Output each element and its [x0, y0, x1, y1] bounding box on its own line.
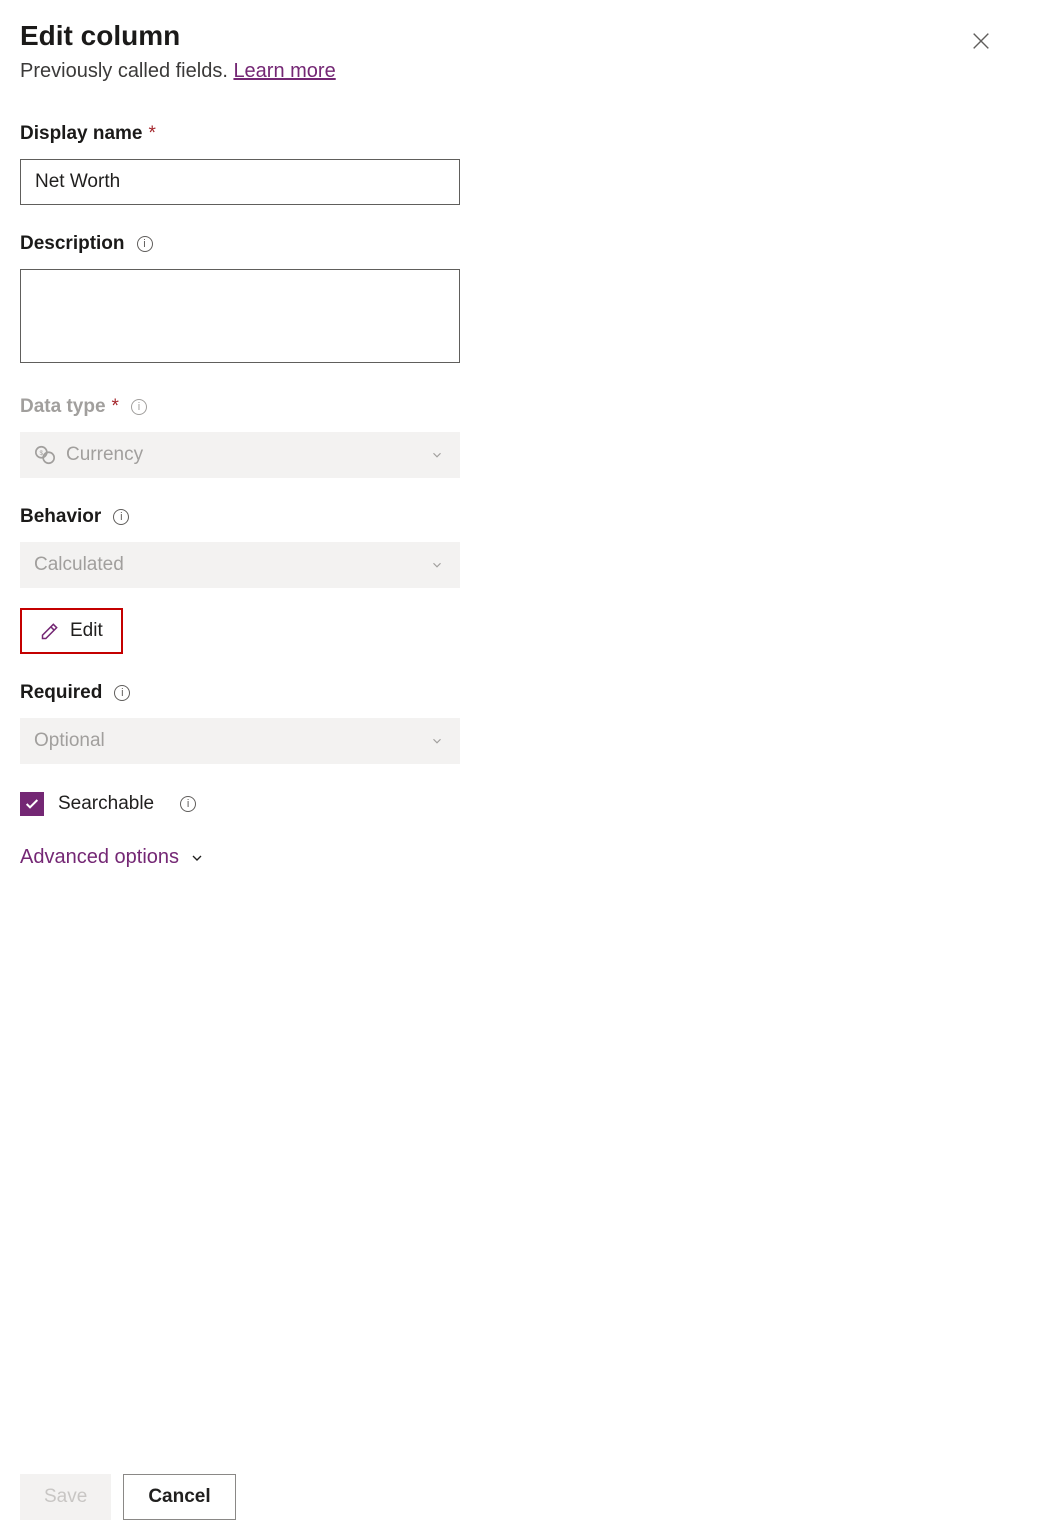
- cancel-button[interactable]: Cancel: [123, 1474, 235, 1520]
- data-type-value: Currency: [66, 444, 143, 466]
- pencil-icon: [40, 621, 60, 641]
- behavior-label: Behavior i: [20, 506, 129, 528]
- required-select: Optional: [20, 718, 460, 764]
- panel-title: Edit column: [20, 20, 336, 52]
- data-type-select: $ Currency: [20, 432, 460, 478]
- chevron-down-icon: [430, 558, 444, 572]
- currency-icon: $: [34, 444, 56, 466]
- check-icon: [24, 796, 40, 812]
- data-type-field: Data type * i $ Currency: [20, 396, 460, 478]
- required-value: Optional: [34, 730, 105, 752]
- description-label: Description i: [20, 233, 153, 255]
- info-icon[interactable]: i: [137, 236, 153, 252]
- info-icon[interactable]: i: [131, 399, 147, 415]
- edit-button-group: Edit: [20, 608, 460, 654]
- display-name-label: Display name *: [20, 123, 156, 145]
- subtitle-prefix: Previously called fields.: [20, 60, 233, 82]
- description-input[interactable]: [20, 269, 460, 363]
- searchable-label: Searchable: [58, 793, 154, 815]
- info-icon[interactable]: i: [180, 796, 196, 812]
- searchable-checkbox[interactable]: [20, 792, 44, 816]
- behavior-select: Calculated: [20, 542, 460, 588]
- header-text: Edit column Previously called fields. Le…: [20, 20, 336, 83]
- description-field: Description i: [20, 233, 460, 368]
- advanced-options-toggle[interactable]: Advanced options: [20, 846, 460, 869]
- required-asterisk: *: [112, 396, 119, 418]
- chevron-down-icon: [430, 448, 444, 462]
- required-label: Required i: [20, 682, 130, 704]
- behavior-value: Calculated: [34, 554, 124, 576]
- edit-button[interactable]: Edit: [20, 608, 123, 654]
- panel-subtitle: Previously called fields. Learn more: [20, 60, 336, 83]
- display-name-input[interactable]: [20, 159, 460, 205]
- chevron-down-icon: [189, 850, 205, 866]
- close-icon[interactable]: [970, 30, 992, 52]
- form-area: Display name * Description i Data type *…: [20, 123, 460, 869]
- info-icon[interactable]: i: [113, 509, 129, 525]
- behavior-field: Behavior i Calculated: [20, 506, 460, 588]
- info-icon[interactable]: i: [114, 685, 130, 701]
- svg-text:$: $: [40, 450, 44, 457]
- save-button[interactable]: Save: [20, 1474, 111, 1520]
- edit-button-label: Edit: [70, 620, 103, 642]
- required-asterisk: *: [149, 123, 156, 145]
- chevron-down-icon: [430, 734, 444, 748]
- footer-actions: Save Cancel: [20, 1474, 236, 1520]
- required-field: Required i Optional: [20, 682, 460, 764]
- advanced-options-label: Advanced options: [20, 846, 179, 869]
- searchable-row: Searchable i: [20, 792, 460, 816]
- learn-more-link[interactable]: Learn more: [233, 60, 335, 82]
- data-type-label: Data type * i: [20, 396, 147, 418]
- display-name-field: Display name *: [20, 123, 460, 205]
- panel-header: Edit column Previously called fields. Le…: [20, 20, 1032, 83]
